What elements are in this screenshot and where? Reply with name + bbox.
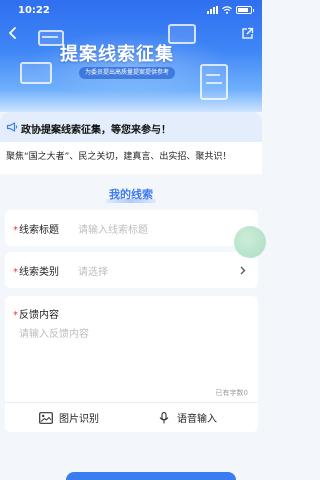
input-toolbar: 图片识别 语音输入 xyxy=(5,402,258,428)
title-field-label-text: 线索标题 xyxy=(19,225,59,236)
content-textarea[interactable]: 请输入反馈内容 xyxy=(19,325,89,340)
banner-subtitle: 为委员提出高质量提案提供参考 xyxy=(79,67,176,79)
content-field-label: *反馈内容 xyxy=(13,306,59,321)
content-field-label-text: 反馈内容 xyxy=(19,310,59,321)
decor-doc-left xyxy=(20,62,52,84)
image-recognition-label: 图片识别 xyxy=(59,414,99,425)
header-banner: 10:22 提案线索征集 为委员提出高质量提案提供参考 xyxy=(0,0,262,112)
microphone-icon xyxy=(159,411,169,423)
megaphone-icon xyxy=(6,122,18,132)
chevron-right-icon[interactable] xyxy=(239,266,246,275)
required-mark: * xyxy=(13,310,18,321)
floating-assistive-button[interactable] xyxy=(234,226,266,258)
image-icon xyxy=(39,411,53,424)
title-field-card[interactable]: *线索标题 请输入线索标题 xyxy=(5,210,258,246)
status-icons xyxy=(207,6,254,14)
slogan-text: 聚焦“国之大者”、民之关切，建真言、出实招、聚共识！ xyxy=(6,152,232,162)
category-field-label: *线索类别 xyxy=(13,263,59,278)
decor-line xyxy=(42,36,58,38)
status-time: 10:22 xyxy=(18,5,50,16)
category-field-label-text: 线索类别 xyxy=(19,267,59,278)
back-icon[interactable] xyxy=(6,26,20,40)
notice-bar: 政协提案线索征集，等您来参与！ xyxy=(0,112,262,142)
battery-icon xyxy=(236,6,254,14)
char-counter: 已有字数0 xyxy=(215,389,248,397)
title-input[interactable]: 请输入线索标题 xyxy=(78,221,148,236)
content-field-card[interactable]: *反馈内容 请输入反馈内容 已有字数0 图片识别 语音输入 xyxy=(5,296,258,432)
category-field-card[interactable]: *线索类别 请选择 xyxy=(5,252,258,288)
decor-line xyxy=(206,82,222,84)
voice-input-label: 语音输入 xyxy=(177,414,217,425)
wifi-icon xyxy=(222,6,232,14)
category-select[interactable]: 请选择 xyxy=(78,263,108,278)
voice-input-button[interactable]: 语音输入 xyxy=(157,410,217,425)
notice-text: 政协提案线索征集，等您来参与！ xyxy=(21,125,171,136)
status-bar: 10:22 xyxy=(0,0,262,22)
image-recognition-button[interactable]: 图片识别 xyxy=(39,410,99,425)
banner-title: 提案线索征集 xyxy=(60,44,174,65)
slogan-area: 聚焦“国之大者”、民之关切，建真言、出实招、聚共识！ xyxy=(0,142,262,174)
required-mark: * xyxy=(13,225,18,236)
decor-line xyxy=(206,74,220,76)
share-icon[interactable] xyxy=(241,27,254,40)
signal-icon xyxy=(207,6,218,14)
required-mark: * xyxy=(13,267,18,278)
title-field-label: *线索标题 xyxy=(13,221,59,236)
submit-button-partial[interactable] xyxy=(66,472,236,480)
section-title-underline xyxy=(106,199,156,203)
